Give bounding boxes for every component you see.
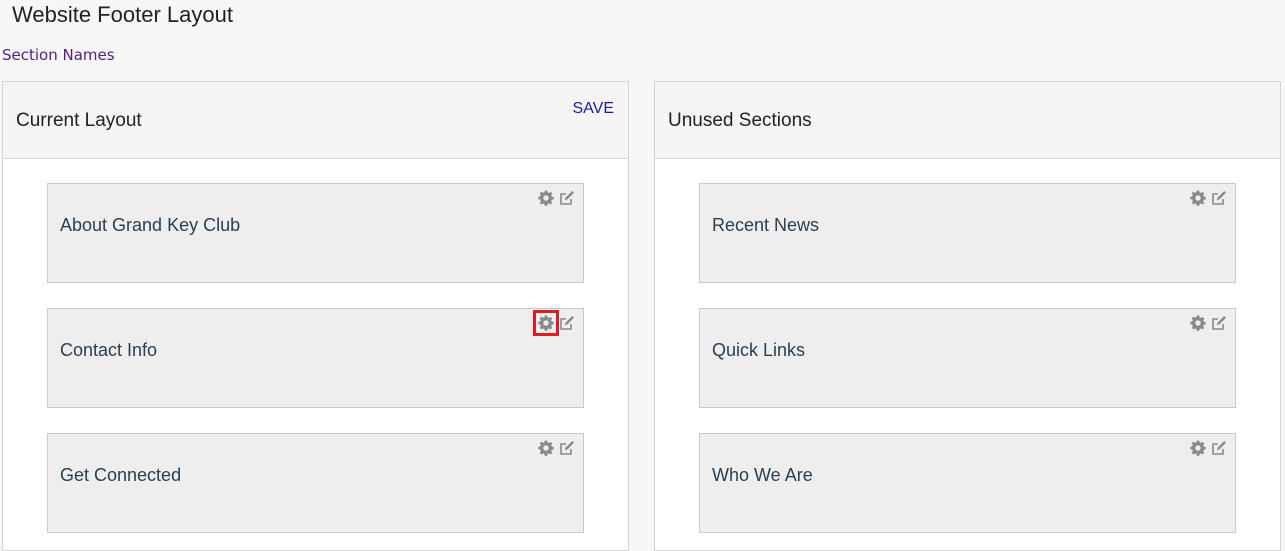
section-card-label: Who We Are bbox=[712, 465, 813, 485]
page-title: Website Footer Layout bbox=[12, 2, 233, 27]
save-button[interactable]: SAVE bbox=[573, 99, 615, 119]
card-tools bbox=[1189, 189, 1228, 207]
edit-icon[interactable] bbox=[558, 314, 576, 332]
gear-icon[interactable] bbox=[533, 310, 559, 336]
gear-icon[interactable] bbox=[1189, 439, 1207, 457]
section-card-contact-info[interactable]: Contact Info bbox=[47, 308, 584, 408]
card-tools bbox=[537, 439, 576, 457]
section-card-label: About Grand Key Club bbox=[60, 215, 241, 235]
card-tools bbox=[537, 189, 576, 207]
edit-icon[interactable] bbox=[1210, 314, 1228, 332]
section-card-label: Recent News bbox=[712, 215, 820, 235]
gear-icon[interactable] bbox=[537, 439, 555, 457]
unused-sections-header: Unused Sections bbox=[655, 82, 1280, 159]
edit-icon[interactable] bbox=[1210, 439, 1228, 457]
card-tools bbox=[533, 310, 576, 336]
card-tools bbox=[1189, 439, 1228, 457]
current-layout-title: Current Layout bbox=[16, 110, 142, 131]
section-card-label: Get Connected bbox=[60, 465, 182, 485]
section-card-label: Contact Info bbox=[60, 340, 158, 360]
card-tools bbox=[1189, 314, 1228, 332]
edit-icon[interactable] bbox=[1210, 189, 1228, 207]
section-names-link[interactable]: Section Names bbox=[2, 46, 115, 64]
unused-sections-title: Unused Sections bbox=[668, 110, 812, 131]
gear-icon[interactable] bbox=[1189, 314, 1207, 332]
section-card-quick-links[interactable]: Quick Links bbox=[699, 308, 1236, 408]
edit-icon[interactable] bbox=[558, 439, 576, 457]
section-card-get-connected[interactable]: Get Connected bbox=[47, 433, 584, 533]
gear-icon[interactable] bbox=[537, 189, 555, 207]
section-card-who-we-are[interactable]: Who We Are bbox=[699, 433, 1236, 533]
current-layout-panel: Current Layout SAVE About Grand Key Club… bbox=[2, 81, 629, 551]
current-layout-header: Current Layout SAVE bbox=[3, 82, 628, 159]
unused-sections-panel: Unused Sections Recent News Quick Links … bbox=[654, 81, 1281, 551]
gear-icon[interactable] bbox=[1189, 189, 1207, 207]
section-card-recent-news[interactable]: Recent News bbox=[699, 183, 1236, 283]
section-card-label: Quick Links bbox=[712, 340, 806, 360]
edit-icon[interactable] bbox=[558, 189, 576, 207]
section-card-about-grand-key-club[interactable]: About Grand Key Club bbox=[47, 183, 584, 283]
